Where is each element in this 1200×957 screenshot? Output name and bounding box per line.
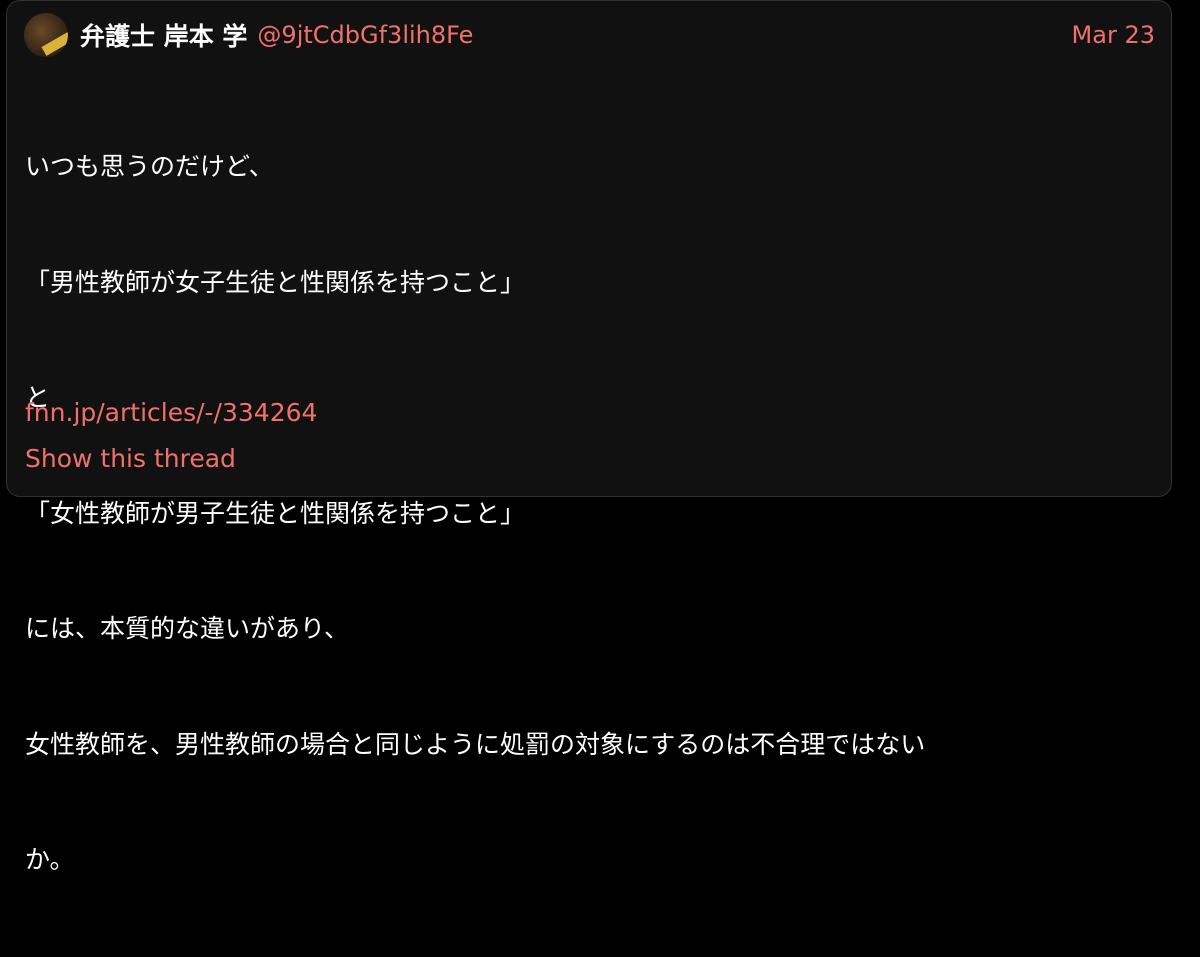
display-name[interactable]: 弁護士 岸本 学 [80, 17, 247, 53]
tweet-line: か。 [25, 845, 75, 874]
tweet-line: には、本質的な違いがあり、 [25, 614, 350, 643]
tweet-card[interactable]: 弁護士 岸本 学 @9jtCdbGf3lih8Fe Mar 23 いつも思うのだ… [6, 0, 1172, 874]
article-link[interactable]: fnn.jp/articles/-/334264 [25, 398, 317, 427]
tweet-line: 女性教師を、男性教師の場合と同じように処罰の対象にするのは不合理ではない [25, 729, 926, 759]
tweet-body: いつも思うのだけど、 「男性教師が女子生徒と性関係を持つこと」 と 「女性教師が… [25, 71, 1155, 957]
avatar[interactable] [24, 13, 68, 57]
user-handle[interactable]: @9jtCdbGf3lih8Fe [257, 21, 473, 49]
tweet-line: いつも思うのだけど、 [25, 152, 274, 181]
show-thread-link[interactable]: Show this thread [25, 444, 236, 473]
tweet-date[interactable]: Mar 23 [1072, 21, 1155, 49]
tweet-line: 「男性教師が女子生徒と性関係を持つこと」 [25, 267, 526, 297]
tweet-line: 「女性教師が男子生徒と性関係を持つこと」 [25, 498, 526, 528]
tweet-header: 弁護士 岸本 学 @9jtCdbGf3lih8Fe Mar 23 [24, 13, 1155, 57]
